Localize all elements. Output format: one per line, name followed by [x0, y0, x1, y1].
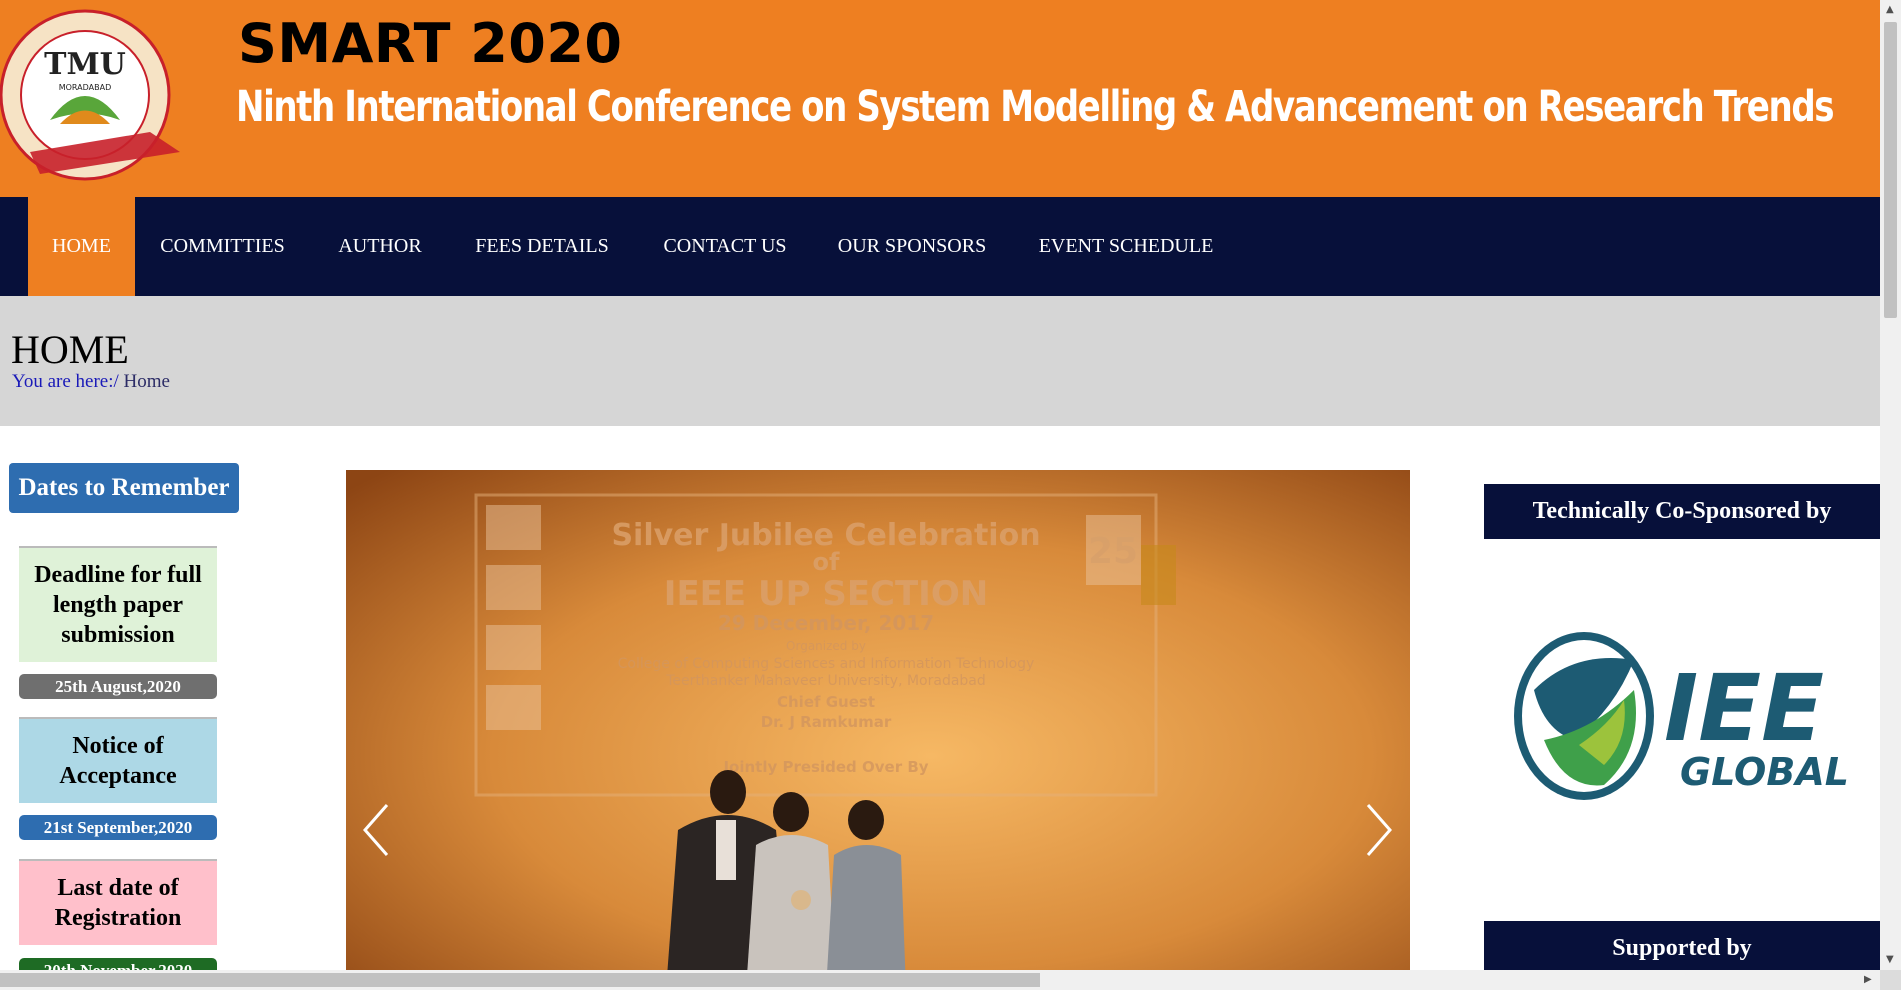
nav-contact-us[interactable]: CONTACT US: [656, 197, 794, 296]
conference-subtitle: Ninth International Conference on System…: [236, 82, 1835, 132]
vertical-scroll-thumb[interactable]: [1884, 22, 1897, 318]
site-header: TMU MORADABAD SMART 2020 Ninth Internati…: [0, 0, 1880, 197]
dates-heading: Dates to Remember: [9, 463, 239, 513]
svg-text:of: of: [813, 548, 840, 576]
nav-our-sponsors[interactable]: OUR SPONSORS: [832, 197, 992, 296]
date-card-label: Deadline for full length paper submissio…: [34, 562, 202, 648]
svg-text:Jointly Presided Over By: Jointly Presided Over By: [722, 758, 928, 776]
date-card-label: Notice of Acceptance: [59, 733, 177, 789]
iee-global-icon: IEE GLOBAL: [1514, 632, 1849, 800]
page-title: HOME: [11, 327, 129, 372]
university-logo[interactable]: TMU MORADABAD: [0, 2, 190, 192]
date-card-label: Last date of Registration: [54, 875, 182, 931]
horizontal-scrollbar[interactable]: ▶: [0, 970, 1880, 990]
carousel-prev-arrow[interactable]: [357, 800, 397, 860]
breadcrumb-home-link[interactable]: Home: [124, 371, 170, 392]
nav-home[interactable]: HOME: [28, 197, 135, 296]
conference-title: SMART 2020: [238, 12, 623, 75]
svg-text:GLOBAL: GLOBAL: [1680, 750, 1849, 794]
svg-text:Dr. J Ramkumar: Dr. J Ramkumar: [761, 713, 892, 731]
scroll-down-icon[interactable]: ▼: [1886, 954, 1894, 965]
svg-text:25: 25: [1088, 531, 1138, 572]
main-nav: HOME COMMITTIES AUTHOR FEES DETAILS CONT…: [0, 197, 1880, 296]
svg-text:Teerthanker Mahaveer Universit: Teerthanker Mahaveer University, Moradab…: [665, 673, 986, 689]
scrollbar-corner: [1880, 970, 1901, 990]
sponsor-heading-supported: Supported by: [1484, 921, 1880, 976]
svg-text:29 December, 2017: 29 December, 2017: [718, 611, 934, 635]
date-card-acceptance: Notice of Acceptance: [19, 717, 217, 803]
sponsor-heading-technical: Technically Co-Sponsored by: [1484, 484, 1880, 539]
iee-global-logo[interactable]: IEE GLOBAL: [1484, 540, 1857, 918]
svg-text:College of Computing Sciences: College of Computing Sciences and Inform…: [618, 656, 1035, 672]
carousel-next-arrow[interactable]: [1358, 800, 1398, 860]
date-pill-acceptance: 21st September,2020: [19, 815, 217, 840]
image-carousel[interactable]: Silver Jubilee Celebration of IEEE UP SE…: [346, 470, 1410, 990]
date-pill-paper-deadline: 25th August,2020: [19, 674, 217, 699]
svg-text:Organized by: Organized by: [786, 639, 866, 653]
scroll-up-icon[interactable]: ▲: [1886, 4, 1894, 15]
page-title-band: HOME You are here:/ Home: [0, 296, 1880, 426]
breadcrumb: You are here:/ Home: [12, 371, 170, 393]
svg-text:Chief Guest: Chief Guest: [777, 693, 875, 711]
date-card-registration: Last date of Registration: [19, 859, 217, 945]
nav-committies[interactable]: COMMITTIES: [150, 197, 295, 296]
nav-fees-details[interactable]: FEES DETAILS: [468, 197, 616, 296]
svg-text:TMU: TMU: [44, 47, 126, 82]
scroll-right-icon[interactable]: ▶: [1864, 974, 1872, 985]
breadcrumb-prefix: You are here:/: [12, 371, 124, 392]
svg-text:MORADABAD: MORADABAD: [59, 83, 112, 92]
svg-text:IEEE UP SECTION: IEEE UP SECTION: [664, 574, 988, 614]
date-card-paper-deadline: Deadline for full length paper submissio…: [19, 546, 217, 662]
vertical-scrollbar[interactable]: ▲ ▼: [1880, 0, 1901, 970]
carousel-slide-image: Silver Jubilee Celebration of IEEE UP SE…: [346, 470, 1410, 990]
horizontal-scroll-thumb[interactable]: [0, 973, 1040, 987]
nav-event-schedule[interactable]: EVENT SCHEDULE: [1035, 197, 1217, 296]
svg-text:IEE: IEE: [1664, 655, 1824, 762]
nav-author[interactable]: AUTHOR: [330, 197, 430, 296]
